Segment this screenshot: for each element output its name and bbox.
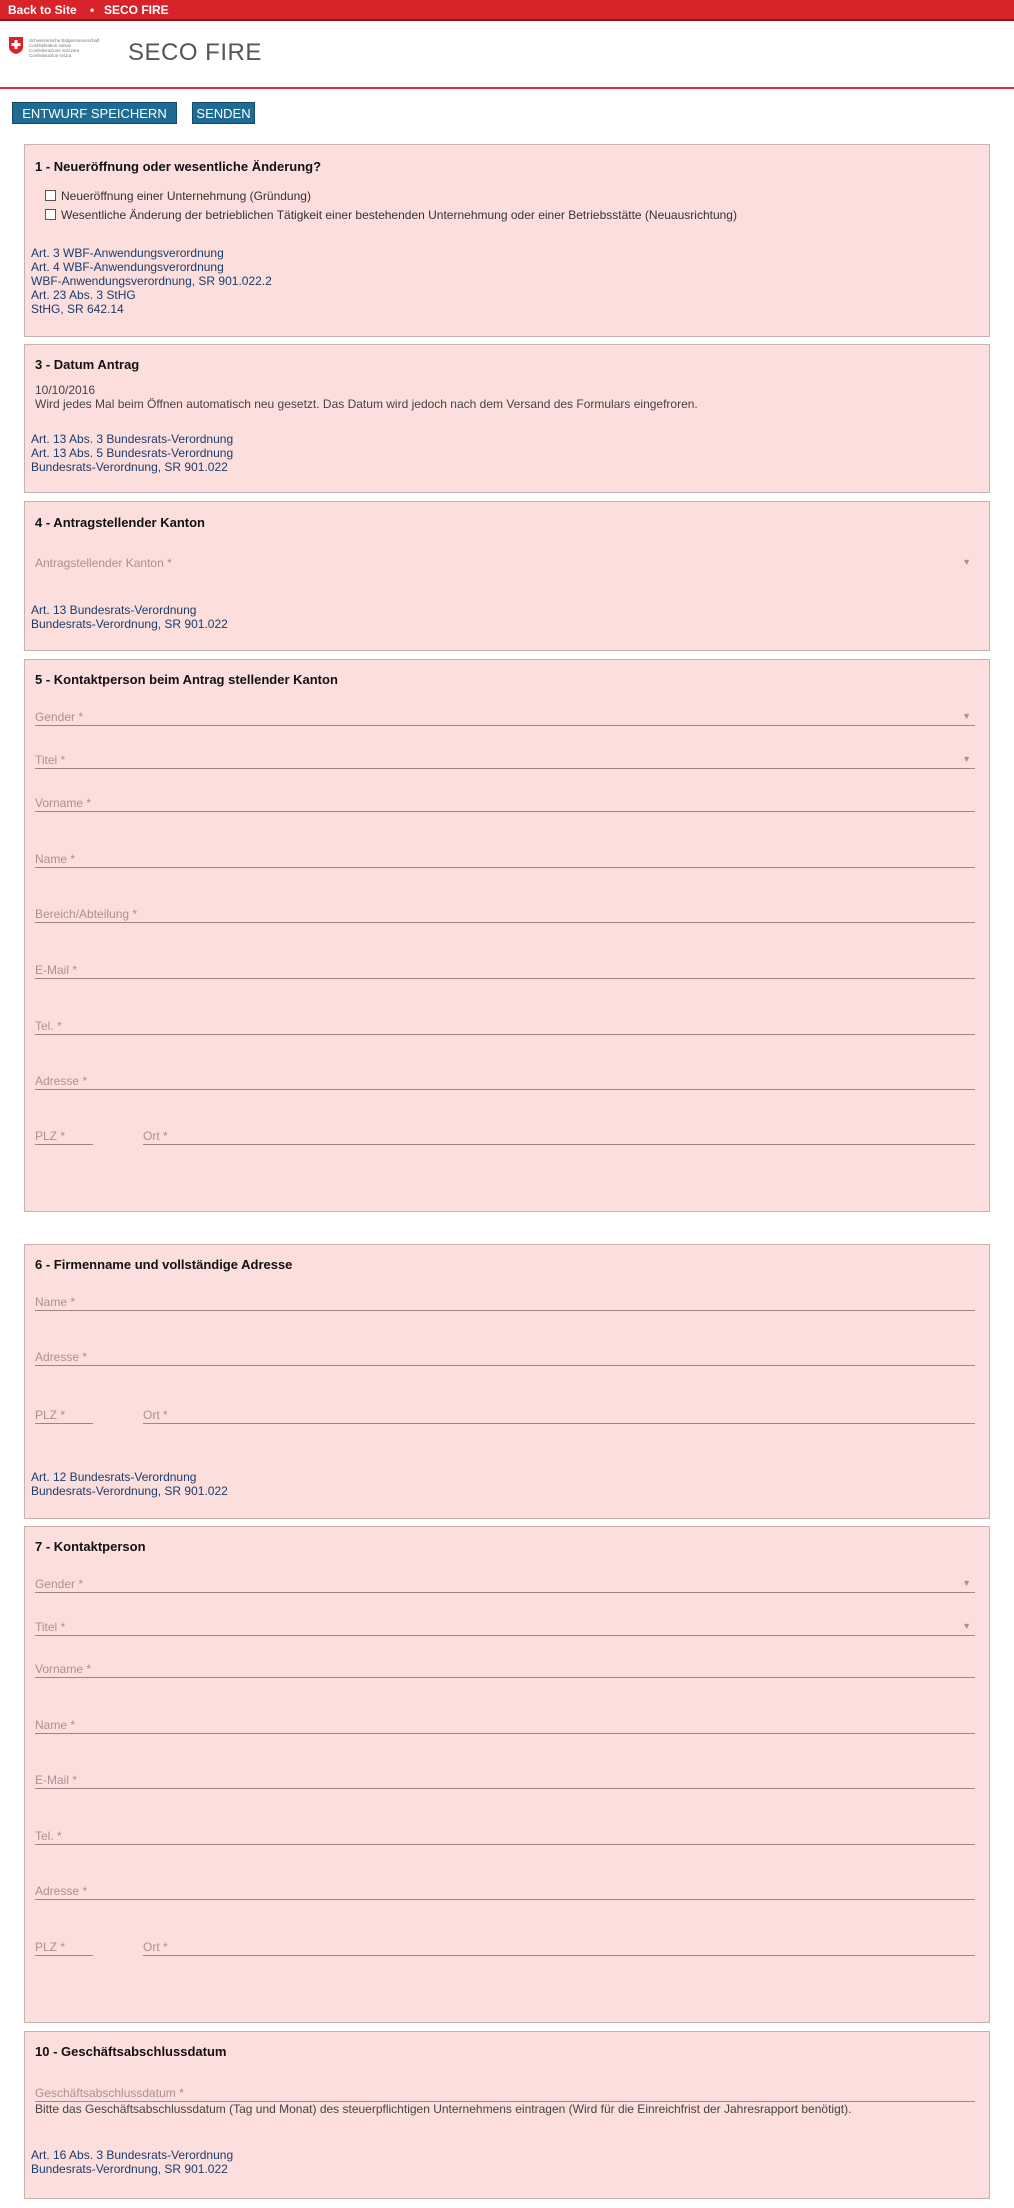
option-substantial-change[interactable]: Wesentliche Änderung der betrieblichen T…	[45, 208, 737, 222]
gender-select[interactable]: Gender * ▼	[35, 1577, 975, 1593]
section-1-panel: 1 - Neueröffnung oder wesentliche Änderu…	[24, 144, 990, 337]
chevron-down-icon: ▼	[962, 1578, 971, 1588]
firstname-input[interactable]: Vorname *	[35, 796, 975, 812]
chevron-down-icon: ▼	[962, 1621, 971, 1631]
closing-date-note: Bitte das Geschäftsabschlussdatum (Tag u…	[35, 2102, 852, 2116]
phone-input[interactable]: Tel. *	[35, 1019, 975, 1035]
site-header: Schweizerische Eidgenossenschaft Confédé…	[0, 23, 1014, 89]
email-input[interactable]: E-Mail *	[35, 963, 975, 979]
legal-reference[interactable]: Art. 4 WBF-Anwendungsverordnung	[31, 260, 224, 274]
section-title: 3 - Datum Antrag	[35, 357, 140, 372]
legal-reference[interactable]: Bundesrats-Verordnung, SR 901.022	[31, 2162, 228, 2176]
gender-select[interactable]: Gender * ▼	[35, 710, 975, 726]
chevron-down-icon: ▼	[962, 754, 971, 764]
section-title: 10 - Geschäftsabschlussdatum	[35, 2044, 227, 2059]
zip-input[interactable]: PLZ *	[35, 1129, 93, 1145]
section-4-panel: 4 - Antragstellender Kanton Antragstelle…	[24, 501, 990, 651]
section-6-panel: 6 - Firmenname und vollständige Adresse …	[24, 1244, 990, 1519]
company-address-input[interactable]: Adresse *	[35, 1350, 975, 1366]
section-title: 4 - Antragstellender Kanton	[35, 515, 205, 530]
application-date: 10/10/2016	[35, 383, 96, 397]
send-button[interactable]: Senden	[192, 102, 255, 124]
back-to-site-link[interactable]: Back to Site	[8, 3, 77, 17]
chevron-down-icon: ▼	[962, 711, 971, 721]
legal-reference[interactable]: Art. 16 Abs. 3 Bundesrats-Verordnung	[31, 2148, 233, 2162]
breadcrumb-separator: •	[90, 3, 95, 17]
section-10-panel: 10 - Geschäftsabschlussdatum Geschäftsab…	[24, 2031, 990, 2199]
section-7-panel: 7 - Kontaktperson Gender * ▼ Titel * ▼ Vor…	[24, 1526, 990, 2023]
department-input[interactable]: Bereich/Abteilung *	[35, 907, 975, 923]
date-note: Wird jedes Mal beim Öffnen automatisch n…	[35, 397, 698, 411]
city-input[interactable]: Ort *	[143, 1940, 975, 1956]
zip-input[interactable]: PLZ *	[35, 1940, 93, 1956]
canton-select[interactable]: Antragstellender Kanton * ▼	[35, 556, 975, 572]
city-input[interactable]: Ort *	[143, 1129, 975, 1145]
legal-reference[interactable]: WBF-Anwendungsverordnung, SR 901.022.2	[31, 274, 272, 288]
legal-reference[interactable]: Art. 13 Abs. 3 Bundesrats-Verordnung	[31, 432, 233, 446]
company-zip-input[interactable]: PLZ *	[35, 1408, 93, 1424]
checkbox-icon[interactable]	[45, 190, 56, 201]
legal-reference[interactable]: StHG, SR 642.14	[31, 302, 124, 316]
swiss-shield-icon	[9, 37, 23, 54]
company-name-input[interactable]: Name *	[35, 1295, 975, 1311]
chevron-down-icon: ▼	[962, 557, 971, 567]
legal-reference[interactable]: Art. 3 WBF-Anwendungsverordnung	[31, 246, 224, 260]
address-input[interactable]: Adresse *	[35, 1074, 975, 1090]
company-city-input[interactable]: Ort *	[143, 1408, 975, 1424]
legal-reference[interactable]: Bundesrats-Verordnung, SR 901.022	[31, 1484, 228, 1498]
title-select[interactable]: Titel * ▼	[35, 1620, 975, 1636]
legal-reference[interactable]: Art. 23 Abs. 3 StHG	[31, 288, 136, 302]
name-input[interactable]: Name *	[35, 1718, 975, 1734]
section-title: 6 - Firmenname und vollständige Adresse	[35, 1257, 293, 1272]
email-input[interactable]: E-Mail *	[35, 1773, 975, 1789]
title-select[interactable]: Titel * ▼	[35, 753, 975, 769]
legal-reference[interactable]: Art. 12 Bundesrats-Verordnung	[31, 1470, 196, 1484]
section-3-panel: 3 - Datum Antrag 10/10/2016 Wird jedes M…	[24, 344, 990, 493]
save-draft-button[interactable]: Entwurf speichern	[12, 102, 177, 124]
section-5-panel: 5 - Kontaktperson beim Antrag stellender…	[24, 659, 990, 1212]
top-bar: Back to Site • SECO FIRE	[0, 0, 1014, 21]
legal-reference[interactable]: Bundesrats-Verordnung, SR 901.022	[31, 460, 228, 474]
section-title: 7 - Kontaktperson	[35, 1539, 146, 1554]
site-name: SECO FIRE	[128, 39, 262, 66]
legal-reference[interactable]: Art. 13 Bundesrats-Verordnung	[31, 603, 196, 617]
section-title: 5 - Kontaktperson beim Antrag stellender…	[35, 672, 338, 687]
legal-reference[interactable]: Art. 13 Abs. 5 Bundesrats-Verordnung	[31, 446, 233, 460]
legal-reference[interactable]: Bundesrats-Verordnung, SR 901.022	[31, 617, 228, 631]
phone-input[interactable]: Tel. *	[35, 1829, 975, 1845]
address-input[interactable]: Adresse *	[35, 1884, 975, 1900]
federal-administration-label: Schweizerische Eidgenossenschaft Confédé…	[29, 38, 100, 58]
section-title: 1 - Neueröffnung oder wesentliche Änderu…	[35, 159, 322, 174]
checkbox-icon[interactable]	[45, 209, 56, 220]
closing-date-input[interactable]: Geschäftsabschlussdatum *	[35, 2086, 975, 2102]
site-link[interactable]: SECO FIRE	[104, 3, 169, 17]
name-input[interactable]: Name *	[35, 852, 975, 868]
firstname-input[interactable]: Vorname *	[35, 1662, 975, 1678]
option-new-company[interactable]: Neueröffnung einer Unternehmung (Gründun…	[45, 189, 311, 203]
